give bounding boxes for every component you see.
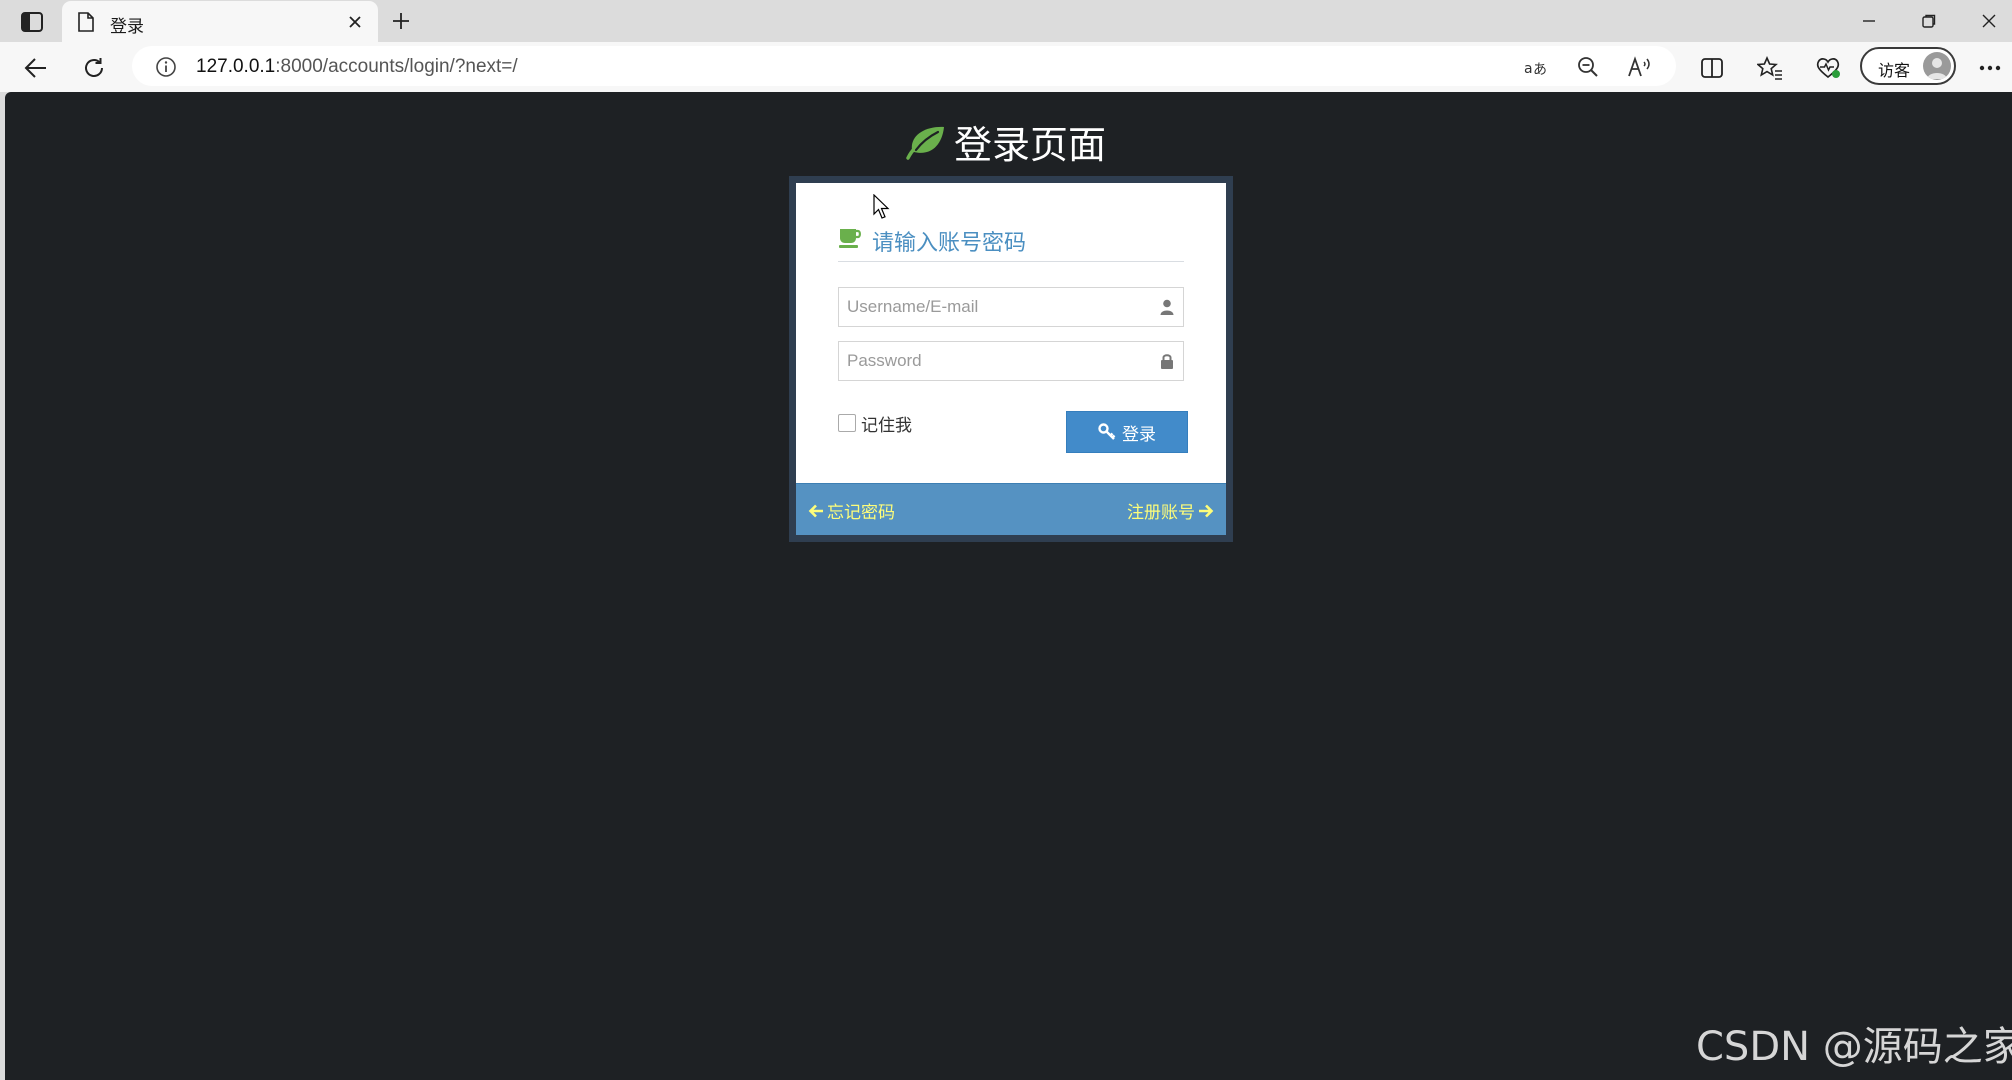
lock-icon [1159,352,1175,370]
username-field [838,287,1184,327]
translate-icon[interactable]: aあ [1522,53,1550,81]
sidebar-toggle-icon[interactable] [18,8,46,36]
more-options-icon[interactable] [1974,52,2006,84]
split-screen-icon[interactable] [1696,52,1728,84]
url-path: :8000/accounts/login/?next=/ [275,56,518,77]
url-text[interactable]: 127.0.0.1:8000/accounts/login/?next=/ [196,56,518,78]
new-tab-icon[interactable] [388,8,414,34]
reload-icon[interactable] [78,52,110,84]
password-input[interactable] [839,342,1147,380]
login-footer: 忘记密码 注册账号 [796,483,1226,535]
arrow-left-icon [808,503,824,519]
register-label: 注册账号 [1127,503,1195,522]
forgot-password-label: 忘记密码 [827,503,895,522]
tab-strip: 登录 [0,0,2012,42]
key-icon [1098,423,1116,441]
tab-title: 登录 [110,17,144,36]
page-icon [76,11,96,33]
profile-label: 访客 [1878,63,1911,80]
page-heading: 登录页面 [953,125,1106,167]
favorites-icon[interactable] [1754,52,1786,84]
page-viewport: 登录页面 请输入账号密码 Username/E-mail 记住我 登录 忘记密码… [5,92,2012,1080]
info-icon[interactable] [154,55,178,79]
browser-essentials-icon[interactable] [1812,52,1844,84]
address-bar[interactable]: 127.0.0.1:8000/accounts/login/?next=/ aあ [132,46,1676,86]
zoom-out-icon[interactable] [1574,53,1602,81]
user-icon [1159,298,1175,316]
login-button[interactable]: 登录 [1066,411,1188,453]
login-widget: 请输入账号密码 记住我 [796,183,1226,535]
forgot-password-link[interactable]: 忘记密码 [808,498,895,523]
watermark: CSDN @源码之家 [1696,1024,2012,1070]
login-button-label: 登录 [1122,424,1156,444]
window-close-icon[interactable] [1976,8,2002,34]
remember-label: 记住我 [861,415,912,435]
remember-me[interactable]: 记住我 [838,411,912,435]
remember-checkbox[interactable] [838,414,856,432]
password-field [838,341,1184,381]
register-link[interactable]: 注册账号 [1127,498,1214,523]
avatar [1923,52,1951,80]
browser-tab[interactable]: 登录 [62,1,378,42]
profile-button[interactable]: 访客 [1860,47,1956,85]
login-title-text: 请输入账号密码 [872,230,1027,255]
url-host: 127.0.0.1 [196,56,276,77]
login-title: 请输入账号密码 [838,225,1184,262]
svg-text:あ: あ [1533,62,1547,78]
username-input[interactable] [839,288,1147,326]
leaf-icon [904,124,946,160]
login-box: 请输入账号密码 记住我 [789,176,1233,542]
coffee-icon [838,227,862,249]
close-icon[interactable] [344,11,366,33]
svg-text:a: a [1524,61,1533,77]
browser-toolbar: 127.0.0.1:8000/accounts/login/?next=/ aあ… [0,42,2012,92]
arrow-right-icon [1198,503,1214,519]
back-arrow-icon[interactable] [20,52,52,84]
read-aloud-icon[interactable] [1626,53,1654,81]
page-title: 登录页面 [5,114,2005,169]
minimize-icon[interactable] [1856,8,1882,34]
mouse-cursor-icon [873,194,891,220]
restore-icon[interactable] [1916,8,1942,34]
